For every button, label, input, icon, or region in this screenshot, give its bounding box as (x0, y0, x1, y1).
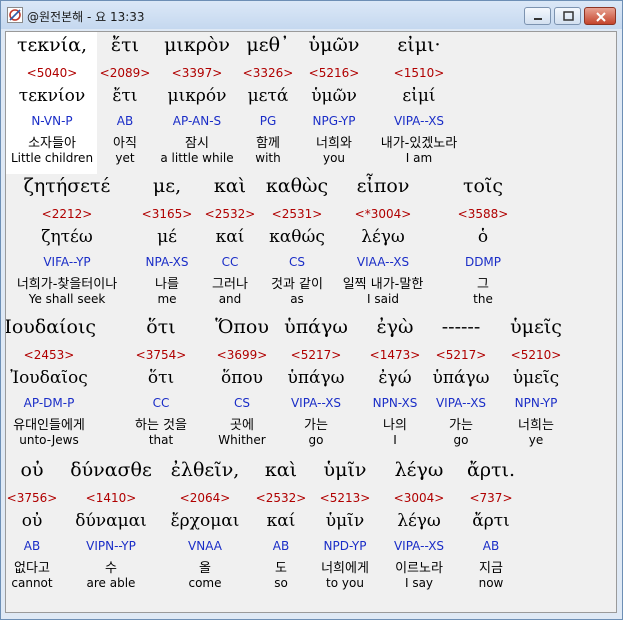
greek-word: εἰμι· (397, 34, 441, 56)
word-column[interactable]: Ἰουδαίοις <2453> Ἰουδαῖος AP-DM-P 유대인들에게 unto… (5, 316, 109, 456)
english-gloss: the (473, 292, 493, 306)
greek-word: τοῖς (462, 175, 504, 197)
greek-word: ἄρτι. (466, 459, 515, 481)
word-column[interactable]: ἄρτι. <737> ἄρτι AB 지금 now (431, 459, 551, 599)
korean-gloss: 너희는 (518, 418, 554, 433)
strongs-number: <5210> (510, 348, 562, 362)
strongs-number: <3588> (457, 207, 509, 221)
word-column[interactable]: ὑμεῖς <5210> ὑμεῖς NPN-YP 너희는 ye (476, 316, 596, 456)
interlinear-panel[interactable]: τεκνία, <5040> τεκνίον N-VN-P 소자들아 Little chi… (5, 31, 617, 613)
parse-code: AB (482, 539, 500, 553)
english-gloss: I am (405, 151, 433, 165)
strongs-number: <1510> (393, 66, 445, 80)
lemma: ὑμεῖς (512, 368, 560, 388)
maximize-icon (563, 11, 574, 21)
close-button[interactable] (584, 7, 616, 25)
lemma: εἰμί (402, 86, 436, 106)
parse-code: VIPA--XS (393, 114, 445, 128)
parse-code: NPN-YP (514, 396, 558, 410)
greek-word: ὑμεῖς (510, 316, 562, 338)
app-window: @원전본해 - 요 13:33 τεκνία, <5040> τεκνίον N-VN… (0, 0, 623, 620)
lemma: ἄρτι (472, 511, 510, 531)
strongs-number: <737> (469, 491, 513, 505)
minimize-button[interactable] (524, 7, 551, 25)
word-column[interactable]: τοῖς <3588> ὁ DDMP 그 the (423, 175, 543, 315)
strongs-number: <2453> (23, 348, 75, 362)
korean-gloss: 지금 (479, 561, 503, 576)
word-column[interactable]: εἰμι· <1510> εἰμί VIPA--XS 내가-있겠노라 I am (359, 34, 479, 174)
title-bar[interactable]: @원전본해 - 요 13:33 (1, 1, 622, 29)
greek-word: Ἰουδαίοις (5, 316, 97, 338)
lemma: Ἰουδαῖος (10, 368, 88, 388)
english-gloss: now (478, 576, 504, 590)
window-title: @원전본해 - 요 13:33 (27, 10, 145, 24)
maximize-button[interactable] (554, 7, 581, 25)
korean-gloss: 유대인들에게 (13, 418, 85, 433)
minimize-icon (534, 18, 542, 20)
app-icon (7, 7, 23, 23)
lemma: ὁ (477, 227, 489, 247)
parse-code: DDMP (464, 255, 502, 269)
korean-gloss: 그 (477, 277, 489, 292)
close-icon (596, 12, 606, 22)
korean-gloss: 내가-있겠노라 (380, 136, 458, 151)
english-gloss: ye (528, 433, 544, 447)
english-gloss: unto-Jews (19, 433, 79, 447)
parse-code: AP-DM-P (23, 396, 75, 410)
